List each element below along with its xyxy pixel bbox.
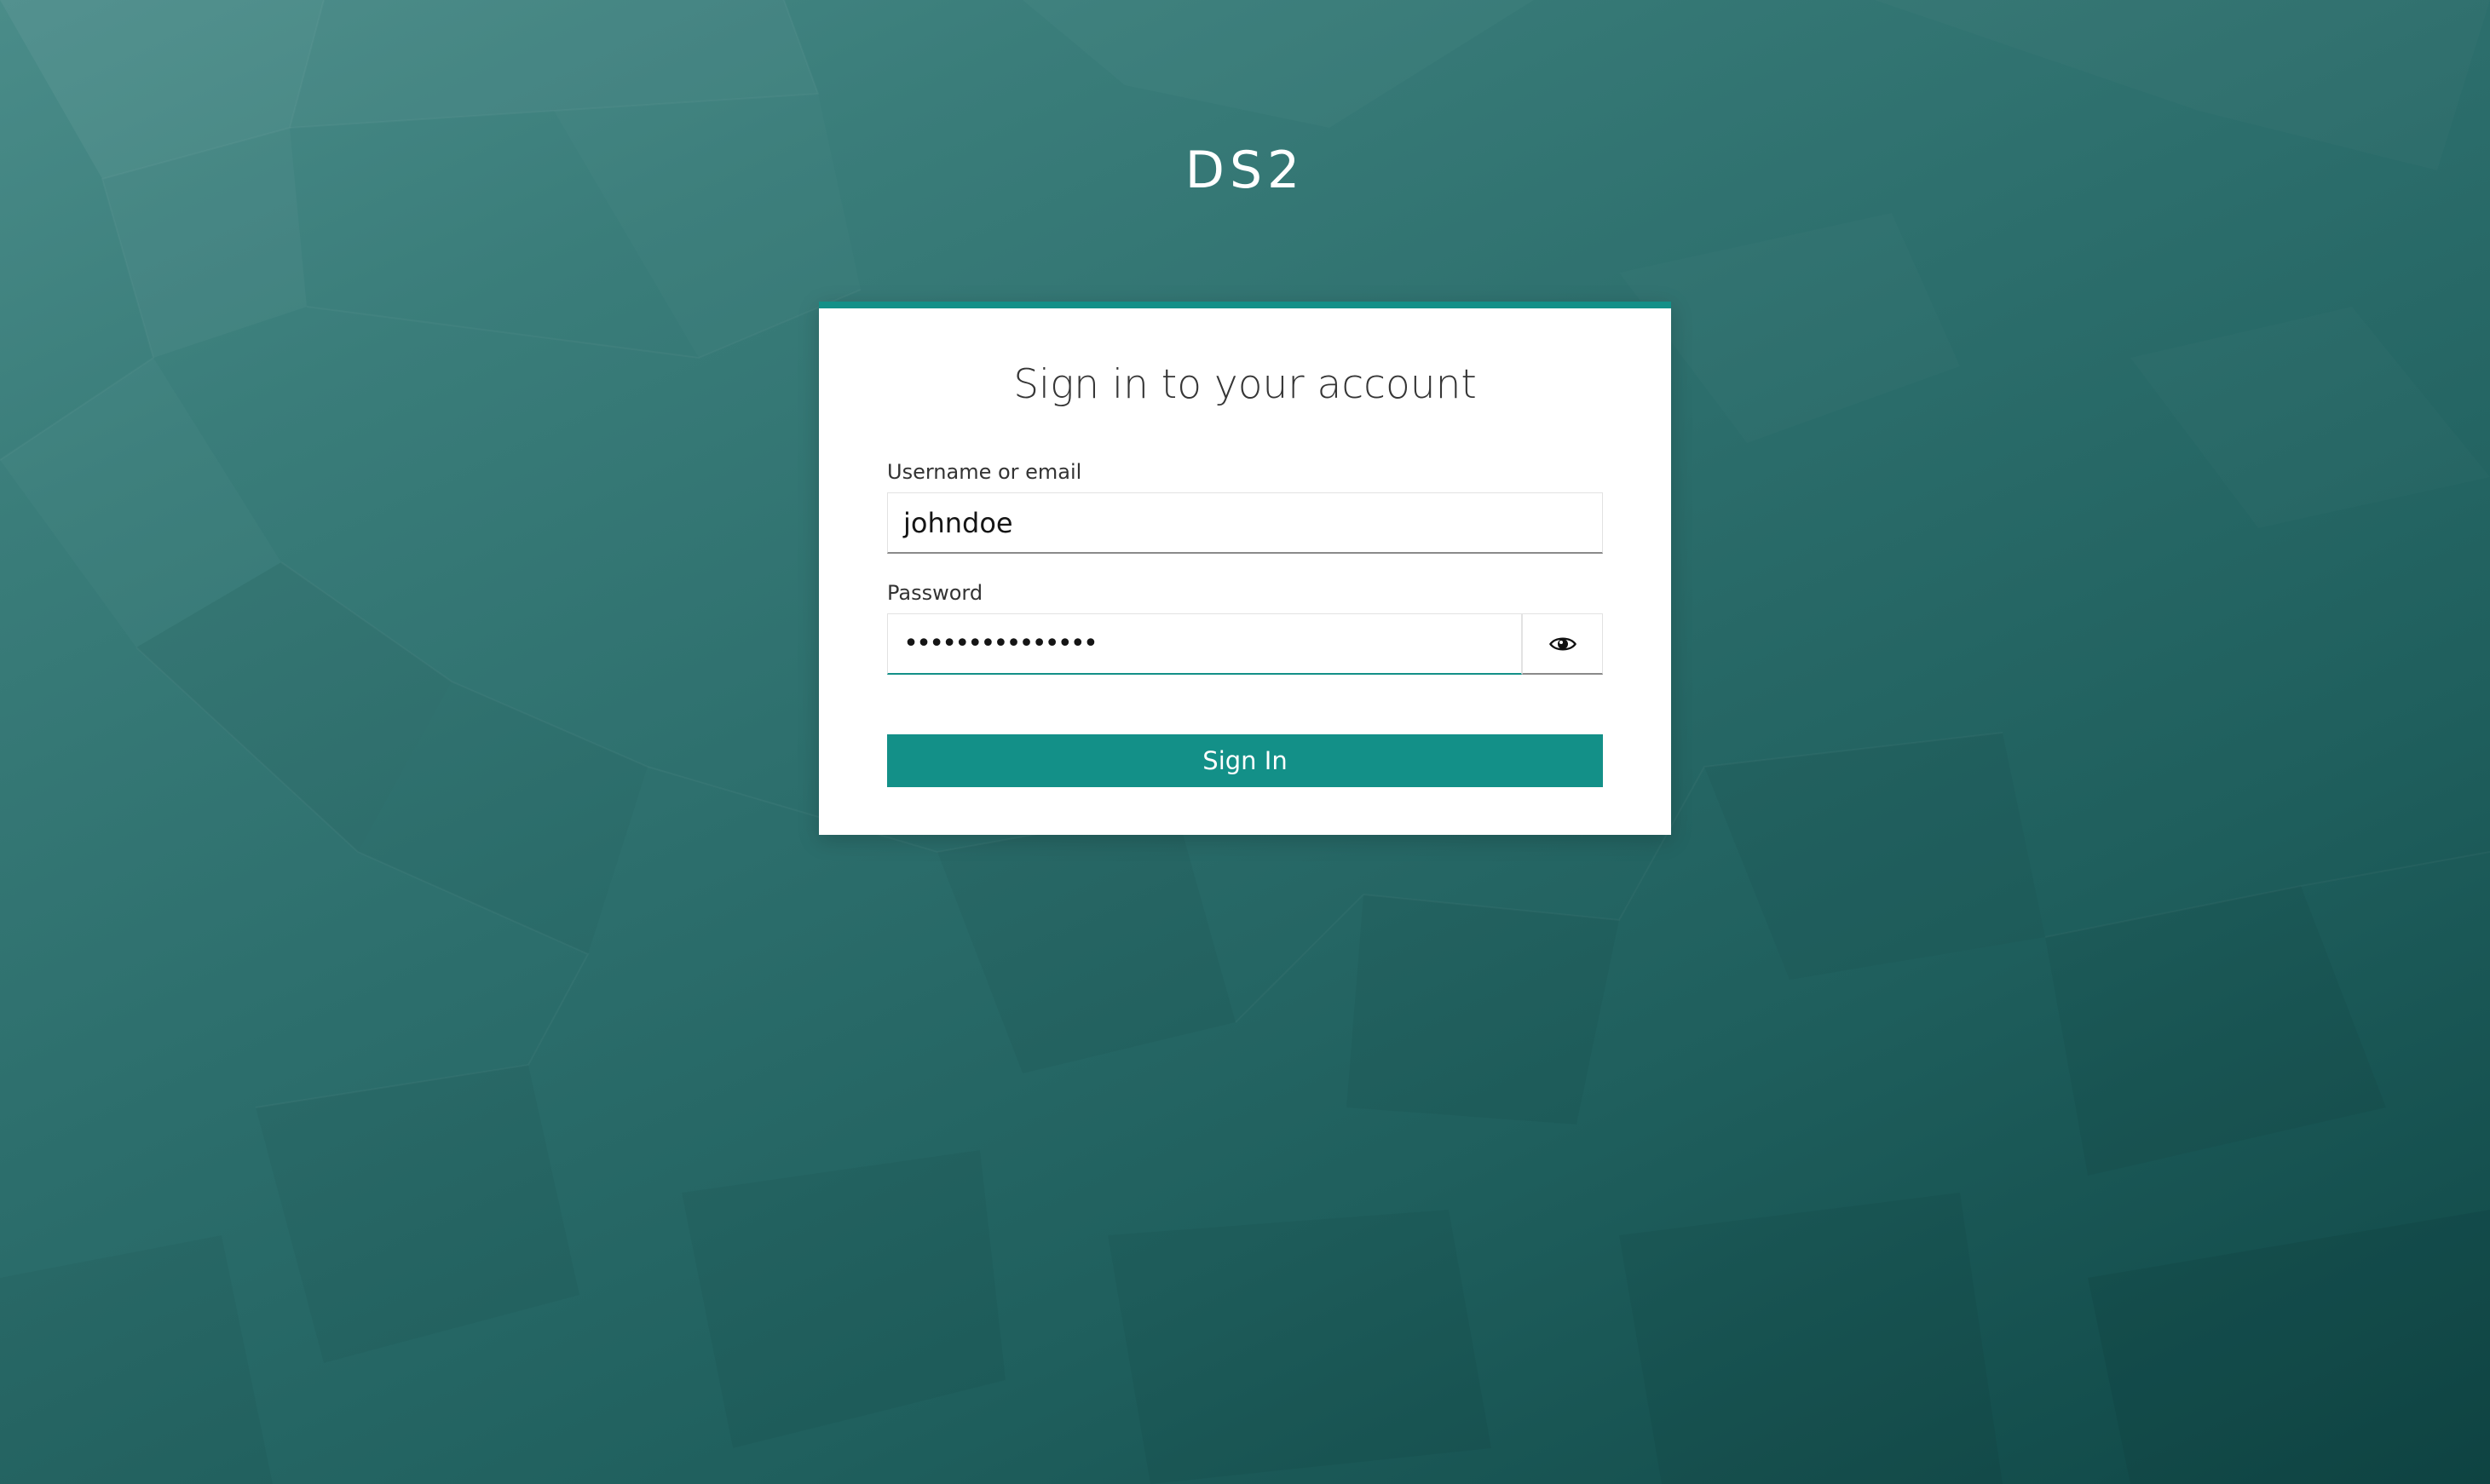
password-field-group: ••••••••••••••• bbox=[887, 613, 1603, 675]
username-input[interactable]: johndoe bbox=[887, 492, 1603, 554]
password-label: Password bbox=[887, 581, 983, 605]
login-card: Sign in to your account Username or emai… bbox=[819, 302, 1671, 835]
show-password-button[interactable] bbox=[1522, 613, 1603, 675]
password-input[interactable]: ••••••••••••••• bbox=[887, 613, 1522, 675]
eye-icon bbox=[1548, 637, 1576, 650]
username-label: Username or email bbox=[887, 460, 1082, 484]
login-heading: Sign in to your account bbox=[1013, 361, 1477, 408]
sign-in-button[interactable]: Sign In bbox=[887, 734, 1603, 787]
app-title: DS2 bbox=[1184, 141, 1306, 200]
